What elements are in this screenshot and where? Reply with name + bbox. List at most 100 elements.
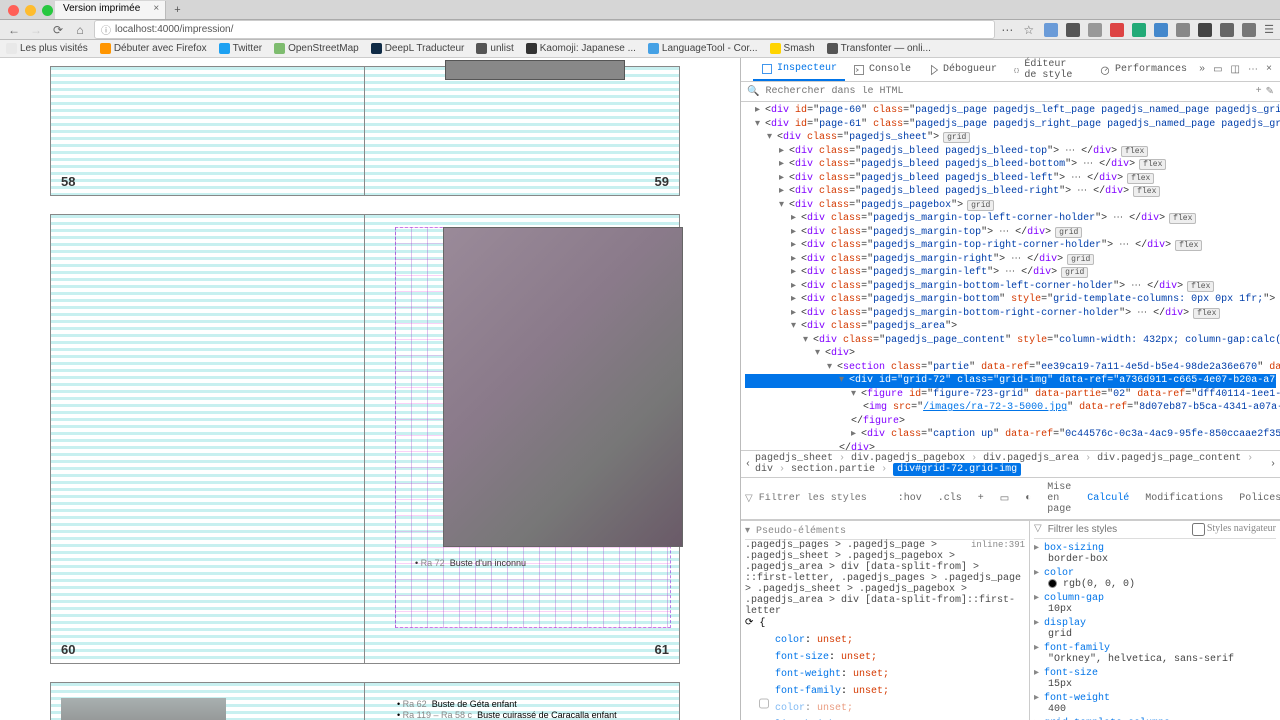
ext-icon[interactable] bbox=[1220, 23, 1234, 37]
computed-pane[interactable]: ▽ Styles navigateur ▸box-sizingborder-bo… bbox=[1030, 521, 1280, 720]
rules-pane[interactable]: ▾ Pseudo-éléments inline:391 .pagedjs_pa… bbox=[741, 521, 1030, 720]
eyedropper-icon[interactable]: ✎ bbox=[1266, 86, 1274, 98]
home-button[interactable]: ⌂ bbox=[72, 23, 88, 37]
dom-node[interactable]: <img src="/images/ra-72-3-5000.jpg" data… bbox=[745, 401, 1276, 415]
tab-console[interactable]: Console bbox=[845, 60, 919, 80]
computed-property[interactable]: ▸font-weight400 bbox=[1034, 691, 1276, 716]
bookmark-icon[interactable]: ☆ bbox=[1023, 23, 1034, 37]
bookmark-item[interactable]: OpenStreetMap bbox=[274, 43, 359, 54]
new-tab-button[interactable]: + bbox=[166, 4, 188, 16]
breadcrumb-item[interactable]: pagedjs_sheet bbox=[755, 453, 833, 464]
close-window-icon[interactable] bbox=[8, 5, 19, 16]
computed-property[interactable]: ▸column-gap10px bbox=[1034, 591, 1276, 616]
dom-node[interactable]: ▾<div class="pagedjs_area"> bbox=[745, 320, 1276, 334]
add-rule-icon[interactable]: + bbox=[972, 491, 990, 506]
bookmark-item[interactable]: LanguageTool - Cor... bbox=[648, 43, 758, 54]
dom-node[interactable]: ▸<div class="pagedjs_margin-top-left-cor… bbox=[745, 212, 1276, 226]
css-declaration[interactable]: line-height: unset; bbox=[745, 714, 1025, 720]
forward-button[interactable]: → bbox=[28, 23, 44, 37]
dom-node[interactable]: ▸<div class="pagedjs_margin-bottom-right… bbox=[745, 307, 1276, 321]
pick-element-icon[interactable] bbox=[745, 62, 753, 77]
cls-toggle[interactable]: .cls bbox=[932, 491, 968, 506]
dom-node[interactable]: ▸<div class="pagedjs_bleed pagedjs_bleed… bbox=[745, 172, 1276, 186]
bookmark-item[interactable]: Les plus visités bbox=[6, 43, 88, 54]
add-node-icon[interactable]: + bbox=[1256, 86, 1262, 97]
tab-fonts[interactable]: Polices bbox=[1233, 491, 1280, 506]
breadcrumb-next[interactable]: › bbox=[1270, 459, 1276, 470]
dom-node[interactable]: ▾<section class="partie" data-ref="ee39c… bbox=[745, 361, 1276, 375]
back-button[interactable]: ← bbox=[6, 23, 22, 37]
dom-node[interactable]: ▸<div class="pagedjs_margin-bottom" styl… bbox=[745, 293, 1276, 307]
ext-icon[interactable] bbox=[1132, 23, 1146, 37]
dom-node[interactable]: ▾<div id="grid-72" class="grid-img" data… bbox=[745, 374, 1276, 388]
dock-side-icon[interactable]: ◫ bbox=[1227, 62, 1244, 78]
pseudo-section[interactable]: ▾ Pseudo-éléments bbox=[745, 523, 1025, 540]
iframe-picker-icon[interactable]: ▭ bbox=[1209, 62, 1226, 78]
computed-filter-input[interactable] bbox=[1048, 523, 1186, 536]
hov-toggle[interactable]: :hov bbox=[892, 491, 928, 506]
contrast-icon[interactable]: ◐ bbox=[1019, 491, 1037, 506]
dom-node[interactable]: ▸<div class="pagedjs_bleed pagedjs_bleed… bbox=[745, 145, 1276, 159]
breadcrumb-item[interactable]: div#grid-72.grid-img bbox=[893, 463, 1021, 476]
css-declaration[interactable]: font-family: unset; bbox=[745, 680, 1025, 697]
dom-node[interactable]: ▾<div> bbox=[745, 347, 1276, 361]
bookmark-item[interactable]: unlist bbox=[476, 43, 513, 54]
bookmark-item[interactable]: Twitter bbox=[219, 43, 262, 54]
css-declaration[interactable]: color: unset; bbox=[745, 629, 1025, 646]
computed-property[interactable]: ▸grid-template-columns38.0833px 38.0833p… bbox=[1034, 716, 1276, 720]
tab-style-editor[interactable]: {}Éditeur de style bbox=[1005, 55, 1091, 85]
url-field[interactable]: ⓘ localhost:4000/impression/ bbox=[94, 20, 995, 39]
menu-icon[interactable]: ☰ bbox=[1264, 23, 1274, 37]
computed-property[interactable]: ▸font-size15px bbox=[1034, 666, 1276, 691]
maximize-window-icon[interactable] bbox=[42, 5, 53, 16]
breadcrumb-prev[interactable]: ‹ bbox=[745, 459, 751, 470]
computed-property[interactable]: ▸color rgb(0, 0, 0) bbox=[1034, 566, 1276, 591]
css-selector[interactable]: .pagedjs_pages > .pagedjs_page > .pagedj… bbox=[745, 540, 1025, 617]
dom-node[interactable]: ▾<div class="pagedjs_page_content" style… bbox=[745, 334, 1276, 348]
ext-icon[interactable] bbox=[1110, 23, 1124, 37]
dom-node[interactable]: ▾<div class="pagedjs_pagebox">grid bbox=[745, 199, 1276, 213]
breadcrumb-item[interactable]: div bbox=[755, 464, 773, 475]
rule-location[interactable]: inline:391 bbox=[971, 540, 1025, 550]
more-tabs-icon[interactable]: » bbox=[1195, 62, 1209, 77]
info-icon[interactable]: ⓘ bbox=[101, 22, 111, 37]
ext-icon[interactable] bbox=[1066, 23, 1080, 37]
bookmark-item[interactable]: Smash bbox=[770, 43, 815, 54]
bookmark-item[interactable]: Débuter avec Firefox bbox=[100, 43, 207, 54]
breadcrumb-item[interactable]: section.partie bbox=[791, 464, 875, 475]
ext-icon[interactable] bbox=[1044, 23, 1058, 37]
tab-layout[interactable]: Mise en page bbox=[1041, 480, 1077, 517]
browser-styles-checkbox[interactable]: Styles navigateur bbox=[1192, 523, 1276, 536]
breadcrumb-item[interactable]: div.pagedjs_page_content bbox=[1097, 453, 1241, 464]
close-tab-icon[interactable]: × bbox=[153, 3, 159, 14]
tab-performance[interactable]: Performances bbox=[1091, 60, 1195, 80]
ext-icon[interactable] bbox=[1242, 23, 1256, 37]
dom-node[interactable]: ▸<div class="pagedjs_margin-bottom-left-… bbox=[745, 280, 1276, 294]
dom-node[interactable]: ▸<div id="page-60" class="pagedjs_page p… bbox=[745, 104, 1276, 118]
minimize-window-icon[interactable] bbox=[25, 5, 36, 16]
dom-tree[interactable]: ▸<div id="page-60" class="pagedjs_page p… bbox=[741, 102, 1280, 450]
dom-node[interactable]: </div> bbox=[745, 442, 1276, 451]
styles-filter-input[interactable] bbox=[757, 491, 888, 506]
css-declaration[interactable]: font-weight: unset; bbox=[745, 663, 1025, 680]
computed-property[interactable]: ▸displaygrid bbox=[1034, 616, 1276, 641]
bookmark-item[interactable]: DeepL Traducteur bbox=[371, 43, 465, 54]
computed-property[interactable]: ▸font-family"Orkney", helvetica, sans-se… bbox=[1034, 641, 1276, 666]
dom-node[interactable]: ▾<div id="page-61" class="pagedjs_page p… bbox=[745, 118, 1276, 132]
bookmark-item[interactable]: Transfonter — onli... bbox=[827, 43, 931, 54]
dom-node[interactable]: ▸<div class="caption up" data-ref="0c445… bbox=[745, 428, 1276, 442]
tab-changes[interactable]: Modifications bbox=[1139, 491, 1229, 506]
dom-node[interactable]: ▸<div class="pagedjs_margin-right"> ⋯ </… bbox=[745, 253, 1276, 267]
css-declaration[interactable]: font-size: unset; bbox=[745, 646, 1025, 663]
bookmark-item[interactable]: Kaomoji: Japanese ... bbox=[526, 43, 636, 54]
close-devtools-icon[interactable]: × bbox=[1262, 62, 1276, 77]
dom-node[interactable]: ▸<div class="pagedjs_margin-left"> ⋯ </d… bbox=[745, 266, 1276, 280]
dom-node[interactable]: ▸<div class="pagedjs_bleed pagedjs_bleed… bbox=[745, 185, 1276, 199]
dom-node[interactable]: ▾<div class="pagedjs_sheet">grid bbox=[745, 131, 1276, 145]
ext-icon[interactable] bbox=[1198, 23, 1212, 37]
dom-node[interactable]: ▸<div class="pagedjs_margin-top"> ⋯ </di… bbox=[745, 226, 1276, 240]
dom-node[interactable]: ▾<figure id="figure-723-grid" data-parti… bbox=[745, 388, 1276, 402]
tab-debugger[interactable]: Débogueur bbox=[919, 60, 1005, 80]
more-icon[interactable]: ⋯ bbox=[1001, 23, 1013, 37]
dom-node[interactable]: ▸<div class="pagedjs_margin-top-right-co… bbox=[745, 239, 1276, 253]
